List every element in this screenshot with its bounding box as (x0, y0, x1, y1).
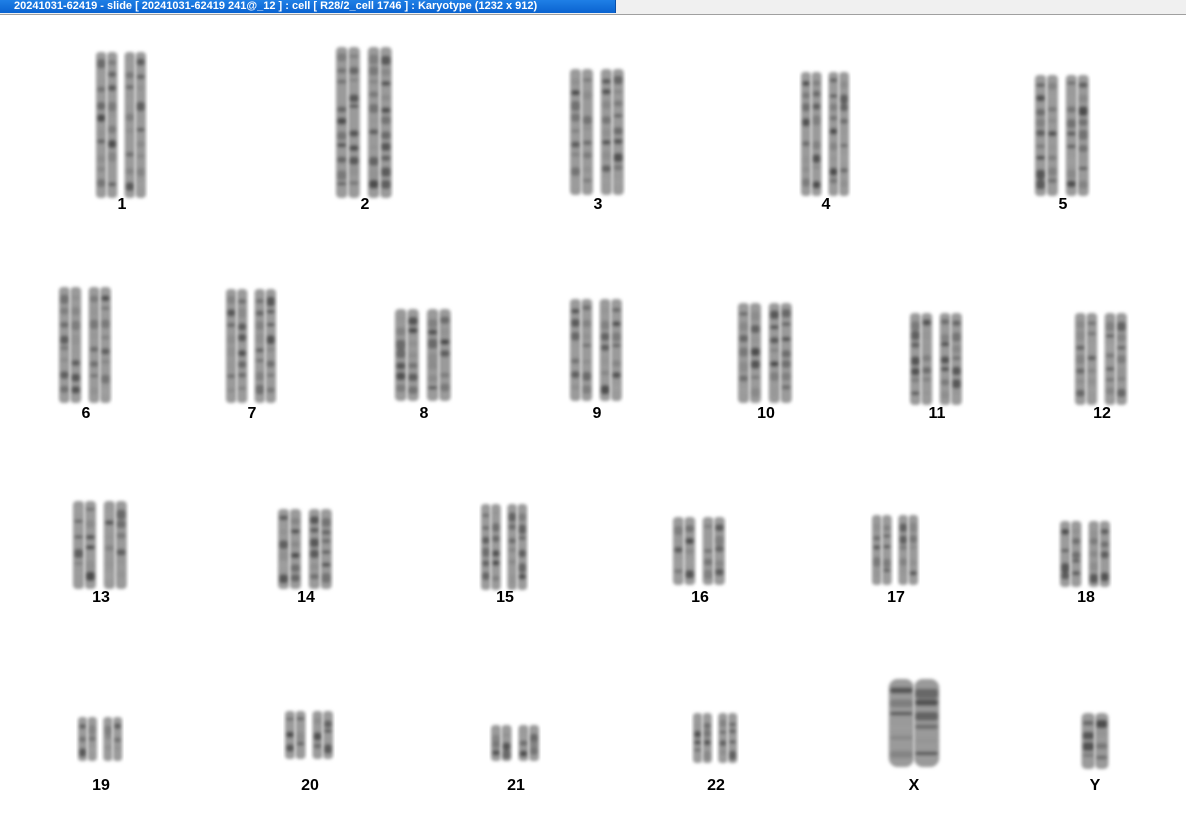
chromosome-image-4 (801, 72, 849, 196)
chromosome-label-1: 1 (117, 196, 127, 213)
chromosome-image-17 (872, 515, 919, 585)
chromosome-pair-11[interactable] (900, 311, 974, 407)
chromosome-image-22 (693, 713, 738, 763)
chromosome-label-10: 10 (757, 405, 775, 422)
window-title[interactable]: 20241031-62419 - slide [ 20241031-62419 … (0, 0, 616, 13)
chromosome-image-1 (96, 52, 146, 198)
chromosome-pair-7[interactable] (216, 287, 288, 405)
chromosome-label-13: 13 (92, 589, 110, 606)
chromosome-label-21: 21 (507, 777, 525, 794)
chromosome-pair-10[interactable] (728, 301, 804, 405)
window-titlebar-row: 20241031-62419 - slide [ 20241031-62419 … (0, 0, 1186, 15)
chromosome-pair-12[interactable] (1065, 311, 1139, 407)
chromosome-image-y (1081, 713, 1109, 769)
chromosome-label-x: X (908, 777, 920, 794)
chromosome-image-6 (59, 287, 111, 403)
chromosome-pair-15[interactable] (471, 502, 539, 592)
chromosome-pair-21[interactable] (481, 723, 551, 763)
karyotype-canvas: 1 2 3 4 5 6 7 8 9 10 11 12 13 14 15 16 17 18 19 20 21 22 X Y (0, 15, 1186, 814)
chromosome-pair-2[interactable] (326, 45, 404, 200)
chromosome-pair-9[interactable] (560, 297, 634, 403)
chromosome-label-6: 6 (81, 405, 91, 422)
chromosome-pair-5[interactable] (1025, 73, 1101, 198)
chromosome-label-4: 4 (821, 196, 831, 213)
chromosome-image-12 (1075, 313, 1127, 405)
chromosome-image-9 (570, 299, 622, 401)
chromosome-pair-14[interactable] (268, 507, 344, 591)
chromosome-image-8 (395, 309, 451, 401)
chromosome-image-13 (73, 501, 127, 589)
chromosome-pair-8[interactable] (385, 307, 463, 403)
chromosome-label-11: 11 (928, 405, 946, 422)
chromosome-label-16: 16 (691, 589, 709, 606)
chromosome-image-20 (285, 711, 333, 759)
chromosome-label-20: 20 (301, 777, 319, 794)
chromosome-pair-22[interactable] (683, 711, 749, 765)
chromosome-pair-y[interactable] (1069, 711, 1121, 771)
chromosome-image-15 (481, 504, 528, 590)
chromosome-label-12: 12 (1093, 405, 1111, 422)
chromosome-image-11 (910, 313, 962, 405)
chromosome-pair-x[interactable] (874, 677, 954, 769)
chromosome-image-14 (278, 509, 332, 589)
chromosome-label-5: 5 (1058, 196, 1068, 213)
chromosome-image-16 (673, 517, 725, 585)
chromosome-label-19: 19 (92, 777, 110, 794)
chromosome-label-18: 18 (1077, 589, 1095, 606)
chromosome-image-21 (491, 725, 539, 761)
chromosome-label-8: 8 (419, 405, 429, 422)
chromosome-image-x (888, 679, 940, 767)
chromosome-image-2 (336, 47, 392, 198)
chromosome-label-9: 9 (592, 405, 602, 422)
chromosome-pair-4[interactable] (791, 70, 861, 198)
chromosome-image-7 (226, 289, 276, 403)
chromosome-pair-1[interactable] (86, 50, 158, 200)
chromosome-image-3 (570, 69, 624, 195)
chromosome-pair-3[interactable] (560, 67, 636, 197)
chromosome-label-22: 22 (707, 777, 725, 794)
chromosome-image-10 (738, 303, 792, 403)
chromosome-image-19 (78, 717, 123, 761)
chromosome-label-3: 3 (593, 196, 603, 213)
chromosome-pair-13[interactable] (63, 499, 139, 591)
chromosome-label-y: Y (1089, 777, 1101, 794)
chromosome-pair-16[interactable] (663, 515, 737, 587)
chromosome-label-2: 2 (360, 196, 370, 213)
chromosome-label-14: 14 (297, 589, 315, 606)
chromosome-pair-18[interactable] (1050, 519, 1122, 589)
chromosome-label-7: 7 (247, 405, 257, 422)
chromosome-label-17: 17 (887, 589, 905, 606)
chromosome-pair-19[interactable] (68, 715, 134, 763)
chromosome-pair-20[interactable] (275, 709, 345, 761)
chromosome-pair-17[interactable] (862, 513, 930, 587)
chromosome-image-5 (1035, 75, 1089, 196)
chromosome-image-18 (1060, 521, 1110, 587)
chromosome-label-15: 15 (496, 589, 514, 606)
chromosome-pair-6[interactable] (49, 285, 123, 405)
